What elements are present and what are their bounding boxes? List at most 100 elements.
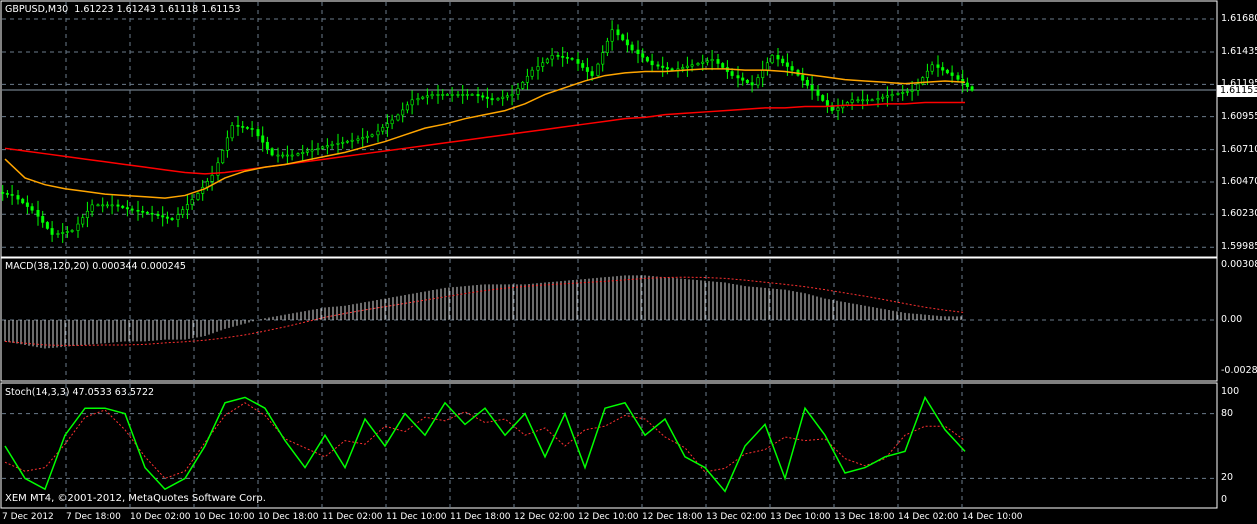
candle-body: [416, 98, 420, 101]
candle-body: [745, 79, 749, 83]
stoch-main-line: [4, 395, 966, 493]
candle-body: [256, 129, 260, 137]
candle-body: [41, 216, 45, 223]
candle-body: [101, 204, 105, 207]
time-tick-label: 13 Dec 10:00: [770, 512, 831, 522]
candle-body: [296, 153, 300, 156]
candle-body: [36, 209, 40, 217]
candle-body: [465, 94, 469, 96]
time-tick-label: 7 Dec 18:00: [66, 512, 121, 522]
candle-body: [670, 68, 674, 71]
price-tick-label: 1.61435: [1221, 46, 1257, 57]
candle-body: [605, 40, 609, 53]
open-value: 1.61223: [74, 4, 114, 15]
candle-body: [410, 99, 414, 106]
candle-body: [770, 55, 774, 64]
candle-body: [610, 29, 614, 42]
candle-body: [945, 69, 949, 74]
candle-body: [956, 75, 960, 80]
slow-moving-average-line: [4, 101, 965, 175]
candle-body: [1, 192, 5, 194]
candle-body: [650, 60, 654, 66]
stoch-label: Stoch(14,3,3) 47.0533 63.5722: [5, 387, 155, 398]
candle-body: [910, 90, 914, 92]
candle-body: [461, 94, 465, 96]
candle-body: [325, 145, 329, 148]
candle-body: [656, 64, 660, 67]
candle-body: [356, 138, 360, 141]
candle-body: [901, 92, 905, 94]
candle-body: [170, 218, 174, 220]
candle-body: [896, 93, 900, 95]
candle-body: [685, 65, 689, 68]
candle-body: [5, 193, 9, 195]
time-tick-label: 14 Dec 02:00: [898, 512, 959, 522]
candle-body: [196, 193, 200, 200]
candle-body: [350, 139, 354, 142]
candle-body: [525, 75, 529, 83]
time-tick-label: 12 Dec 02:00: [514, 512, 575, 522]
candle-body: [210, 174, 214, 182]
candle-body: [950, 72, 954, 76]
pane-border: [0, 382, 1218, 509]
candle-body: [390, 119, 394, 125]
candle-body: [110, 204, 114, 207]
candle-body: [885, 95, 889, 98]
time-tick-label: 12 Dec 10:00: [578, 512, 639, 522]
candle-body: [705, 60, 709, 63]
candle-body: [276, 154, 280, 157]
candle-body: [161, 215, 165, 218]
candle-body: [805, 79, 809, 86]
candle-body: [270, 148, 274, 156]
candle-body: [730, 71, 734, 76]
candle-body: [96, 204, 100, 207]
candle-body: [130, 208, 134, 211]
candle-body: [690, 64, 694, 67]
candle-body: [225, 137, 229, 151]
price-tick-label: 1.61195: [1221, 78, 1257, 90]
candle-body: [150, 212, 154, 215]
candle-body: [121, 205, 125, 208]
candle-body: [61, 232, 65, 234]
candle-body: [516, 88, 520, 95]
time-tick-label: 7 Dec 2012: [2, 512, 54, 522]
candle-body: [505, 95, 509, 98]
candle-body: [785, 62, 789, 67]
candle-body: [90, 204, 94, 212]
candle-body: [165, 216, 169, 219]
candle-body: [930, 64, 934, 72]
candle-body: [801, 74, 805, 81]
time-tick-label: 13 Dec 02:00: [706, 512, 767, 522]
candle-body: [601, 52, 605, 65]
candle-body: [441, 94, 445, 96]
candle-body: [301, 152, 305, 154]
candle-body: [245, 127, 249, 129]
candle-body: [696, 63, 700, 66]
candle-body: [21, 198, 25, 204]
time-tick-label: 11 Dec 02:00: [322, 512, 383, 522]
candle-body: [550, 55, 554, 60]
chart-canvas[interactable]: [0, 0, 1257, 524]
candle-body: [76, 223, 80, 231]
candle-body: [581, 63, 585, 68]
candle-body: [710, 59, 714, 62]
macd-tick-label: -0.00285: [1221, 364, 1257, 376]
candle-body: [641, 53, 645, 58]
candle-body: [630, 44, 634, 51]
candle-body: [616, 29, 620, 36]
candle-body: [16, 195, 20, 200]
macd-label: MACD(38,120,20) 0.000344 0.000245: [5, 261, 186, 272]
candle-body: [790, 66, 794, 71]
candle-body: [456, 94, 460, 96]
candle-body: [370, 134, 374, 137]
chart-window[interactable]: GBPUSD,M30 1.61223 1.61243 1.61118 1.611…: [0, 0, 1257, 524]
candle-body: [476, 94, 480, 97]
candle-body: [290, 154, 294, 157]
candle-body: [721, 63, 725, 68]
candle-body: [405, 104, 409, 111]
candle-body: [316, 148, 320, 150]
candle-body: [241, 126, 245, 128]
candle-body: [185, 204, 189, 210]
close-value: 1.61153: [201, 4, 241, 15]
candle-body: [565, 57, 569, 59]
